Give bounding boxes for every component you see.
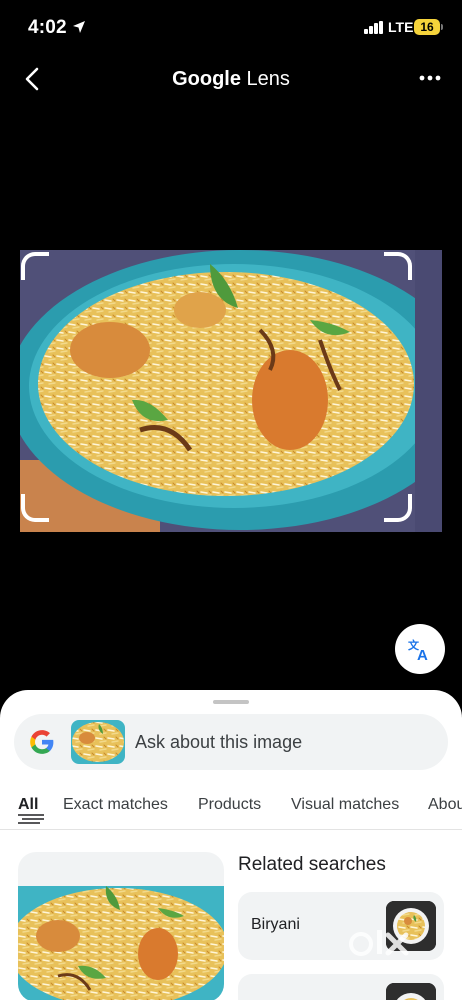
- query-image-thumbnail[interactable]: [71, 720, 125, 764]
- signal-icon: [364, 21, 384, 34]
- translate-button[interactable]: 文 A: [395, 624, 445, 674]
- svg-text:INDIA: INDIA: [388, 962, 409, 968]
- related-search-item[interactable]: [238, 974, 444, 1000]
- app-header: Google Lens: [0, 56, 462, 106]
- related-searches-title: Related searches: [238, 854, 386, 875]
- tab-products[interactable]: Products: [198, 796, 261, 814]
- page-title: Google Lens: [0, 68, 462, 91]
- network-type: LTE: [388, 19, 414, 35]
- related-search-thumbnail: [386, 983, 436, 1000]
- sheet-drag-handle[interactable]: [213, 700, 249, 704]
- captured-image[interactable]: [20, 250, 442, 532]
- crop-corner-bottom-right[interactable]: [384, 494, 412, 522]
- more-vert-icon[interactable]: [416, 64, 444, 92]
- translate-icon: 文 A: [408, 638, 428, 662]
- related-search-label: Biryani: [251, 916, 300, 933]
- google-g-icon: [30, 730, 54, 754]
- tab-exact-matches[interactable]: Exact matches: [63, 796, 168, 814]
- battery-icon: 16: [414, 19, 443, 35]
- visual-match-card[interactable]: [18, 852, 224, 1000]
- result-tabs: All Exact matches Products Visual matche…: [0, 790, 462, 830]
- location-arrow-icon: [73, 21, 85, 33]
- ask-image-search-bar[interactable]: Ask about this image: [14, 714, 448, 770]
- svg-text:A: A: [417, 647, 428, 662]
- status-bar: 4:02 LTE 16: [0, 0, 462, 56]
- title-product: Lens: [240, 68, 290, 90]
- search-placeholder[interactable]: Ask about this image: [135, 732, 302, 753]
- crop-corner-bottom-left[interactable]: [21, 494, 49, 522]
- tab-all[interactable]: All: [18, 796, 38, 814]
- battery-level: 16: [420, 20, 434, 34]
- visual-match-image: [18, 886, 224, 1000]
- title-brand: Google: [172, 68, 241, 90]
- olx-watermark-logo: INDIA: [349, 930, 409, 968]
- tab-visual-matches[interactable]: Visual matches: [291, 796, 399, 814]
- crop-corner-top-left[interactable]: [21, 252, 49, 280]
- crop-corner-top-right[interactable]: [384, 252, 412, 280]
- status-time: 4:02: [28, 17, 67, 38]
- filter-lines-icon: [18, 814, 44, 824]
- tab-about[interactable]: About: [428, 796, 462, 814]
